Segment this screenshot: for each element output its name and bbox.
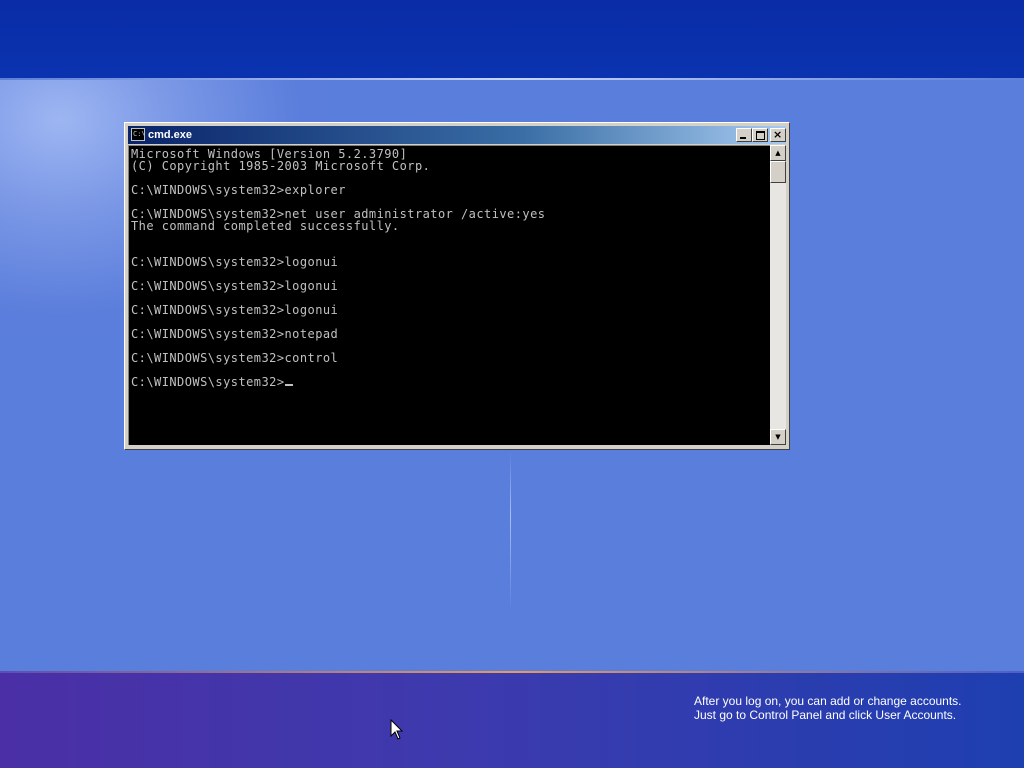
console-line: C:\WINDOWS\system32>control: [131, 351, 339, 365]
scroll-down-arrow-icon: ▼: [775, 433, 781, 441]
center-divider: [510, 452, 511, 612]
console-prompt: C:\WINDOWS\system32>: [131, 375, 285, 389]
minimize-icon: [740, 137, 746, 139]
scroll-up-button[interactable]: ▲: [770, 145, 786, 161]
top-banner: [0, 0, 1024, 78]
hint-line-1: After you log on, you can add or change …: [694, 694, 962, 708]
minimize-button[interactable]: [736, 128, 752, 142]
console-line: C:\WINDOWS\system32>logonui: [131, 303, 339, 317]
close-icon: ×: [773, 128, 783, 141]
console-line: (C) Copyright 1985-2003 Microsoft Corp.: [131, 159, 431, 173]
text-cursor: [284, 384, 293, 386]
maximize-button[interactable]: [752, 128, 768, 142]
title-bar[interactable]: C:\ cmd.exe ×: [128, 126, 786, 144]
mouse-pointer-icon: [390, 719, 404, 740]
console-line: C:\WINDOWS\system32>notepad: [131, 327, 339, 341]
vertical-scrollbar[interactable]: ▲ ▼: [770, 145, 786, 445]
maximize-icon: [756, 131, 765, 140]
scroll-up-arrow-icon: ▲: [775, 149, 781, 157]
console-line: C:\WINDOWS\system32>explorer: [131, 183, 346, 197]
console-output[interactable]: Microsoft Windows [Version 5.2.3790] (C)…: [128, 145, 770, 445]
window-title: cmd.exe: [148, 129, 193, 141]
accounts-hint: After you log on, you can add or change …: [694, 694, 1004, 722]
console-line: The command completed successfully.: [131, 219, 400, 233]
console-line: C:\WINDOWS\system32>logonui: [131, 255, 339, 269]
cmd-window[interactable]: C:\ cmd.exe × Microsoft Windows [Version…: [124, 122, 790, 450]
cmd-icon: C:\: [131, 128, 146, 141]
console-text: Microsoft Windows [Version 5.2.3790] (C)…: [131, 148, 545, 388]
close-button[interactable]: ×: [770, 128, 786, 142]
hint-line-2: Just go to Control Panel and click User …: [694, 708, 957, 722]
scroll-thumb[interactable]: [770, 161, 786, 183]
console-line: C:\WINDOWS\system32>logonui: [131, 279, 339, 293]
scroll-down-button[interactable]: ▼: [770, 429, 786, 445]
